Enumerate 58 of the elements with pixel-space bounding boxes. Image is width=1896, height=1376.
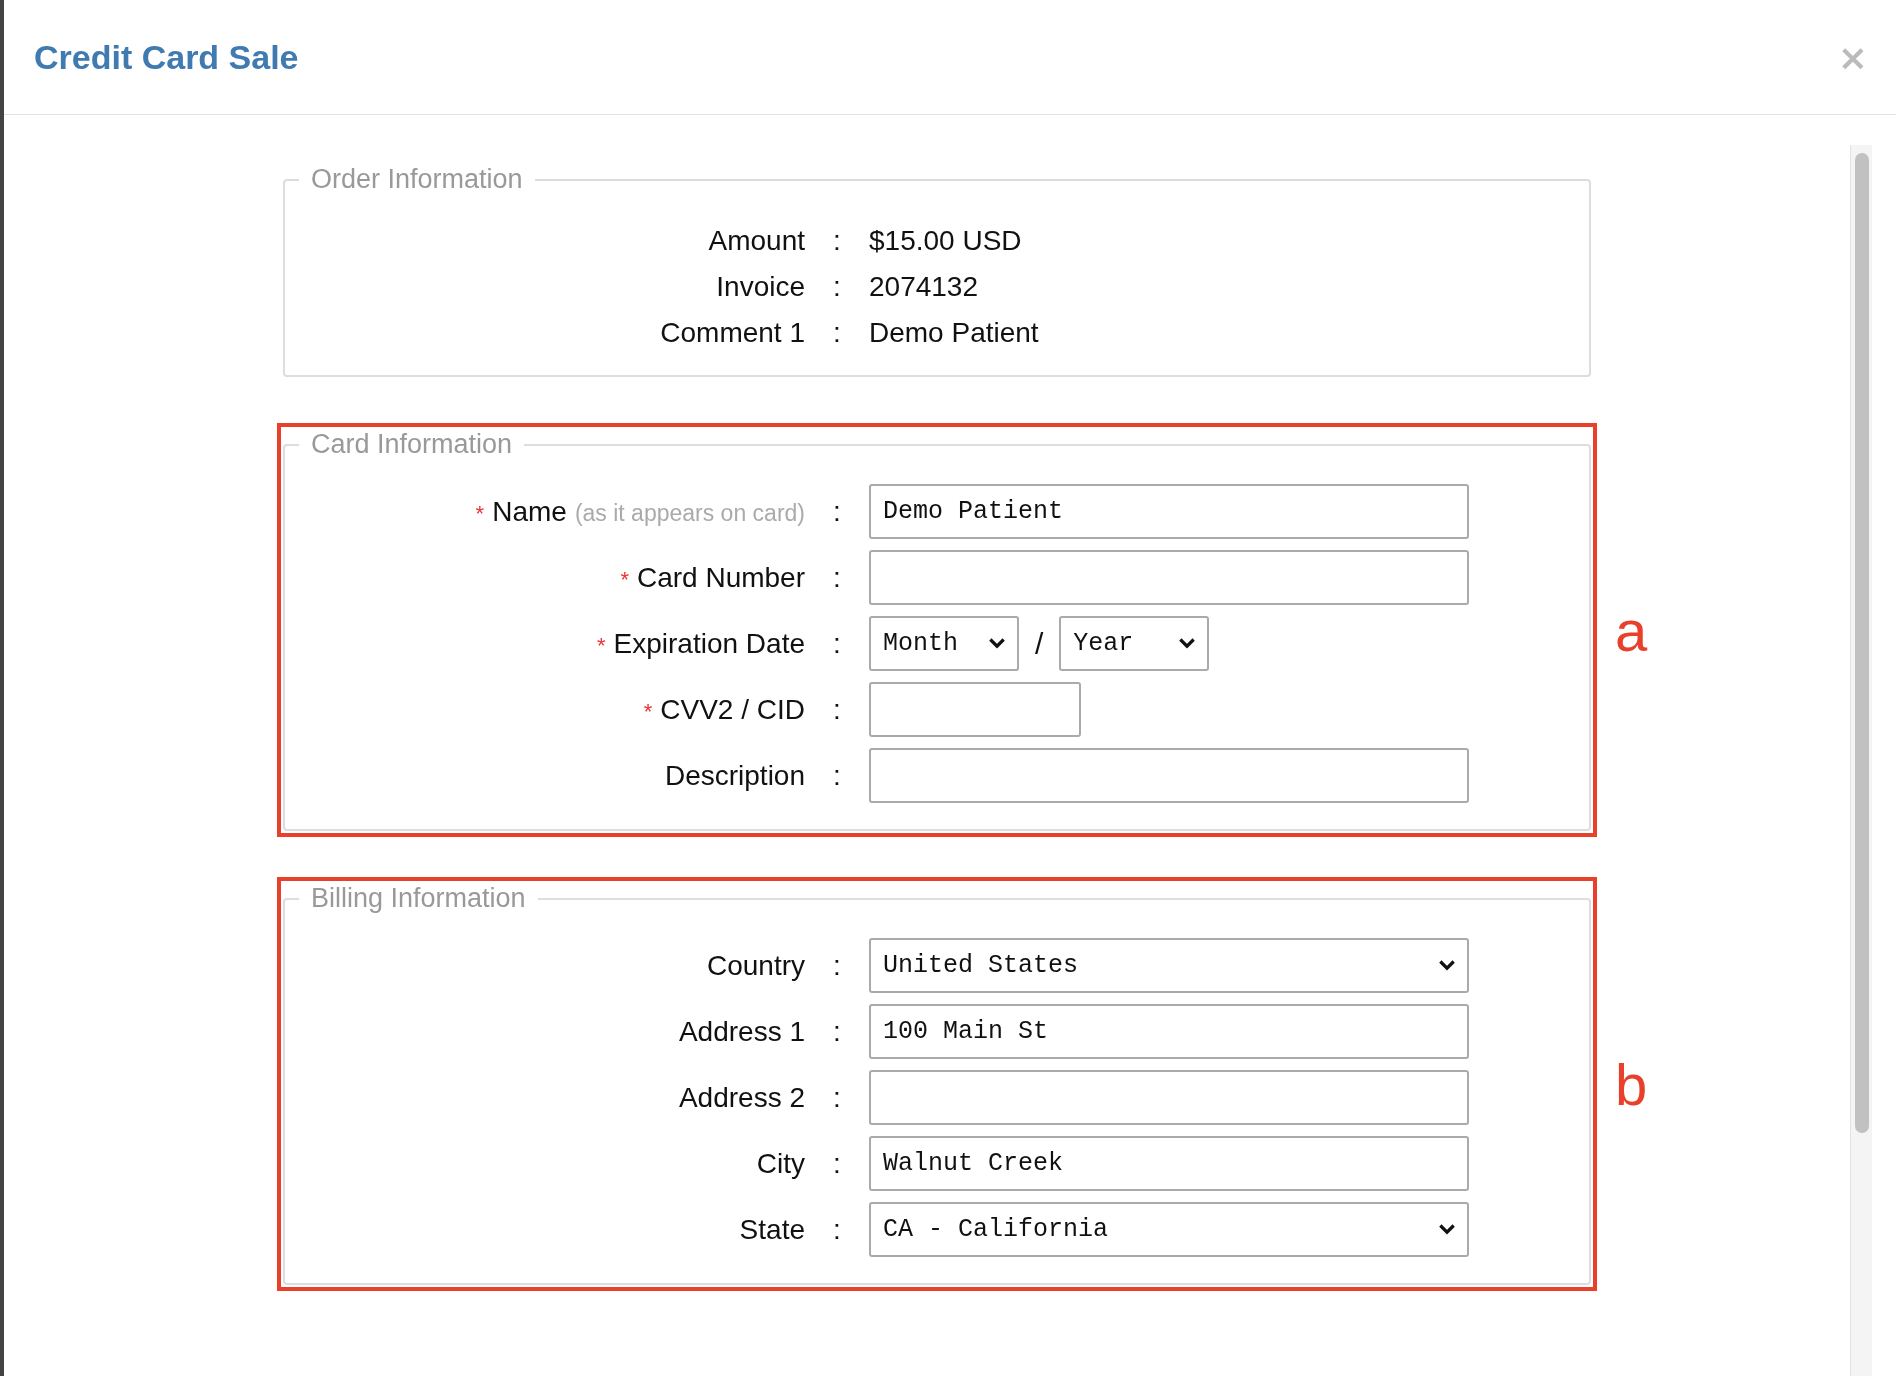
field-label: Country bbox=[706, 949, 805, 982]
year-dropdown[interactable]: Year bbox=[1059, 616, 1210, 671]
field-value: $15.00 USD bbox=[869, 225, 1023, 257]
label-colon: : bbox=[832, 495, 842, 528]
section-legend: Order Information bbox=[299, 164, 535, 195]
label-colon: : bbox=[832, 271, 842, 303]
field-value: 2074132 bbox=[869, 271, 979, 303]
label-colon: : bbox=[832, 627, 842, 660]
section-legend: Billing Information bbox=[299, 883, 538, 914]
annotation-label: b bbox=[1615, 1050, 1648, 1118]
chevron-down-icon bbox=[1439, 960, 1455, 971]
field-label: Invoice bbox=[716, 271, 805, 303]
label-colon: : bbox=[832, 225, 842, 257]
chevron-down-icon bbox=[989, 638, 1005, 649]
chevron-down-icon bbox=[1439, 1224, 1455, 1235]
text-input-field[interactable]: 100 Main St bbox=[869, 1004, 1469, 1059]
dropdown-field[interactable]: CA - California bbox=[869, 1202, 1469, 1257]
field-label: Expiration Date bbox=[613, 627, 805, 660]
text-input-field[interactable]: Demo Patient bbox=[869, 484, 1469, 539]
field-value: Demo Patient bbox=[869, 317, 1040, 349]
field-label: Address 1 bbox=[678, 1015, 805, 1048]
label-colon: : bbox=[832, 1081, 842, 1114]
label-colon: : bbox=[832, 693, 842, 726]
required-mark: * bbox=[597, 632, 606, 659]
text-input-field[interactable] bbox=[869, 682, 1081, 737]
field-label: CVV2 / CID bbox=[660, 693, 805, 726]
field-label: City bbox=[756, 1147, 805, 1180]
field-label: Address 2 bbox=[678, 1081, 805, 1114]
field-hint: (as it appears on card) bbox=[574, 499, 805, 527]
field-label: Description bbox=[664, 759, 805, 792]
label-colon: : bbox=[832, 317, 842, 349]
text-input-field[interactable] bbox=[869, 1070, 1469, 1125]
scrollbar[interactable] bbox=[1850, 145, 1872, 1376]
dialog-title: Credit Card Sale bbox=[34, 37, 299, 77]
label-colon: : bbox=[832, 561, 842, 594]
field-label: State bbox=[739, 1213, 805, 1246]
month-dropdown[interactable]: Month bbox=[869, 616, 1019, 671]
field-label: Comment 1 bbox=[660, 317, 805, 349]
label-colon: : bbox=[832, 1015, 842, 1048]
text-input-field[interactable] bbox=[869, 748, 1469, 803]
text-input-field[interactable] bbox=[869, 550, 1469, 605]
scrollbar-thumb[interactable] bbox=[1854, 153, 1869, 1133]
required-mark: * bbox=[620, 566, 629, 593]
section-legend: Card Information bbox=[299, 429, 525, 460]
chevron-down-icon bbox=[1179, 638, 1196, 649]
field-label: Card Number bbox=[636, 561, 805, 594]
label-colon: : bbox=[832, 1213, 842, 1246]
dropdown-field[interactable]: United States bbox=[869, 938, 1469, 993]
field-label: Name bbox=[492, 495, 567, 528]
field-label: Amount bbox=[708, 225, 805, 257]
label-colon: : bbox=[832, 949, 842, 982]
required-mark: * bbox=[475, 500, 485, 527]
annotation-label: a bbox=[1615, 596, 1648, 664]
label-colon: : bbox=[832, 1147, 842, 1180]
required-mark: * bbox=[643, 698, 653, 725]
date-divider: / bbox=[1035, 626, 1044, 661]
label-colon: : bbox=[832, 759, 842, 792]
text-input-field[interactable]: Walnut Creek bbox=[869, 1136, 1469, 1191]
